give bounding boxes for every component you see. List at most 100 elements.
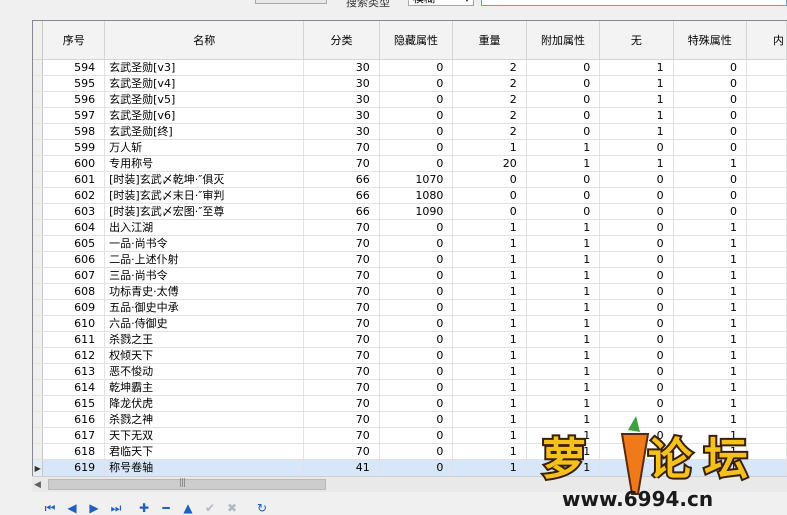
cell-extra-attr[interactable]: 0 — [526, 187, 601, 204]
toolbar-button[interactable] — [255, 0, 327, 4]
cell-partial[interactable] — [746, 379, 787, 396]
cell-special-attr[interactable]: 1 — [673, 155, 747, 172]
cell-hidden-attr[interactable]: 0 — [379, 299, 454, 316]
table-row[interactable]: 612 权倾天下 70 0 1 1 0 1 — [33, 347, 787, 364]
cell-special-attr[interactable]: 1 — [673, 363, 747, 380]
cell-category[interactable]: 70 — [303, 379, 380, 396]
table-row[interactable]: 609 五品·御史中承 70 0 1 1 0 1 — [33, 299, 787, 316]
row-indicator[interactable] — [33, 123, 44, 140]
column-header-extra-attr[interactable]: 附加属性 — [526, 21, 601, 60]
cell-partial[interactable] — [746, 267, 787, 284]
search-input[interactable] — [481, 0, 787, 6]
cell-name[interactable]: 专用称号 — [104, 155, 305, 172]
row-indicator[interactable] — [33, 283, 44, 300]
cell-name[interactable]: 二品·上述仆射 — [104, 251, 305, 268]
table-row[interactable]: 614 乾坤霸主 70 0 1 1 0 1 — [33, 379, 787, 396]
cell-none[interactable]: 0 — [599, 251, 674, 268]
cell-special-attr[interactable]: 0 — [673, 59, 747, 76]
cell-extra-attr[interactable]: 1 — [526, 347, 601, 364]
cell-name[interactable]: 乾坤霸主 — [104, 379, 305, 396]
row-indicator[interactable] — [33, 315, 44, 332]
cell-extra-attr[interactable]: 0 — [526, 91, 601, 108]
cell-category[interactable]: 70 — [303, 219, 380, 236]
cell-partial[interactable] — [746, 59, 787, 76]
cell-name[interactable]: 玄武圣勋[v6] — [104, 107, 305, 124]
row-indicator[interactable]: ▶ — [33, 459, 44, 476]
cell-weight[interactable]: 2 — [452, 75, 527, 92]
cell-none[interactable]: 0 — [599, 347, 674, 364]
table-row[interactable]: 610 六品·侍御史 70 0 1 1 0 1 — [33, 315, 787, 332]
cell-category[interactable]: 70 — [303, 347, 380, 364]
cell-id[interactable]: 606 — [42, 251, 106, 268]
cell-extra-attr[interactable]: 1 — [526, 155, 601, 172]
cell-id[interactable]: 611 — [42, 331, 106, 348]
cell-id[interactable]: 615 — [42, 395, 106, 412]
cell-name[interactable]: 君临天下 — [104, 443, 305, 460]
cell-weight[interactable]: 2 — [452, 107, 527, 124]
cell-partial[interactable] — [746, 395, 787, 412]
cell-category[interactable]: 70 — [303, 395, 380, 412]
table-row[interactable]: 604 出入江湖 70 0 1 1 0 1 — [33, 219, 787, 236]
cell-name[interactable]: [时装]玄武〆宏图·″至尊 — [104, 203, 305, 220]
cell-extra-attr[interactable]: 1 — [526, 251, 601, 268]
cell-id[interactable]: 610 — [42, 315, 106, 332]
cell-hidden-attr[interactable]: 0 — [379, 91, 454, 108]
cell-category[interactable]: 30 — [303, 91, 380, 108]
row-indicator[interactable] — [33, 299, 44, 316]
refresh-icon[interactable]: ↻ — [254, 502, 270, 515]
cell-special-attr[interactable]: 0 — [673, 75, 747, 92]
cell-none[interactable]: 0 — [599, 395, 674, 412]
cell-id[interactable]: 616 — [42, 411, 106, 428]
cell-extra-attr[interactable]: 0 — [526, 203, 601, 220]
edit-icon[interactable]: ▲ — [180, 502, 196, 515]
cell-weight[interactable]: 1 — [452, 139, 527, 156]
cell-id[interactable]: 602 — [42, 187, 106, 204]
row-indicator[interactable] — [33, 379, 44, 396]
cell-id[interactable]: 594 — [42, 59, 106, 76]
cell-none[interactable]: 0 — [599, 139, 674, 156]
cell-name[interactable]: 降龙伏虎 — [104, 395, 305, 412]
cell-extra-attr[interactable]: 1 — [526, 235, 601, 252]
cell-none[interactable]: 0 — [599, 267, 674, 284]
cell-partial[interactable] — [746, 235, 787, 252]
cell-hidden-attr[interactable]: 0 — [379, 347, 454, 364]
table-row[interactable]: 596 玄武圣勋[v5] 30 0 2 0 1 0 — [33, 91, 787, 108]
cell-extra-attr[interactable]: 0 — [526, 59, 601, 76]
row-indicator[interactable] — [33, 219, 44, 236]
cell-hidden-attr[interactable]: 0 — [379, 459, 454, 476]
cell-special-attr[interactable]: 1 — [673, 267, 747, 284]
cell-id[interactable]: 596 — [42, 91, 106, 108]
cell-name[interactable]: 玄武圣勋[v5] — [104, 91, 305, 108]
cell-extra-attr[interactable]: 1 — [526, 395, 601, 412]
cell-category[interactable]: 70 — [303, 315, 380, 332]
cell-partial[interactable] — [746, 283, 787, 300]
cell-id[interactable]: 601 — [42, 171, 106, 188]
cell-special-attr[interactable]: 1 — [673, 379, 747, 396]
cell-special-attr[interactable]: 1 — [673, 299, 747, 316]
table-row[interactable]: 607 三品·尚书令 70 0 1 1 0 1 — [33, 267, 787, 284]
cell-name[interactable]: 杀戮之神 — [104, 411, 305, 428]
cell-partial[interactable] — [746, 139, 787, 156]
cell-special-attr[interactable]: 1 — [673, 251, 747, 268]
cell-special-attr[interactable]: 1 — [673, 347, 747, 364]
column-header-hidden-attr[interactable]: 隐藏属性 — [379, 21, 454, 60]
cell-weight[interactable]: 2 — [452, 91, 527, 108]
cell-name[interactable]: 玄武圣勋[v3] — [104, 59, 305, 76]
cell-hidden-attr[interactable]: 0 — [379, 363, 454, 380]
row-indicator[interactable] — [33, 59, 44, 76]
row-indicator[interactable] — [33, 235, 44, 252]
cell-name[interactable]: 五品·御史中承 — [104, 299, 305, 316]
cell-category[interactable]: 70 — [303, 235, 380, 252]
cell-id[interactable]: 603 — [42, 203, 106, 220]
table-row[interactable]: 597 玄武圣勋[v6] 30 0 2 0 1 0 — [33, 107, 787, 124]
last-icon[interactable]: ⏭ — [108, 502, 124, 515]
cell-category[interactable]: 70 — [303, 283, 380, 300]
cell-none[interactable]: 0 — [599, 219, 674, 236]
cell-extra-attr[interactable]: 0 — [526, 123, 601, 140]
cell-category[interactable]: 70 — [303, 363, 380, 380]
cell-partial[interactable] — [746, 155, 787, 172]
cell-hidden-attr[interactable]: 0 — [379, 75, 454, 92]
cell-category[interactable]: 30 — [303, 59, 380, 76]
cell-hidden-attr[interactable]: 0 — [379, 331, 454, 348]
row-indicator[interactable] — [33, 411, 44, 428]
